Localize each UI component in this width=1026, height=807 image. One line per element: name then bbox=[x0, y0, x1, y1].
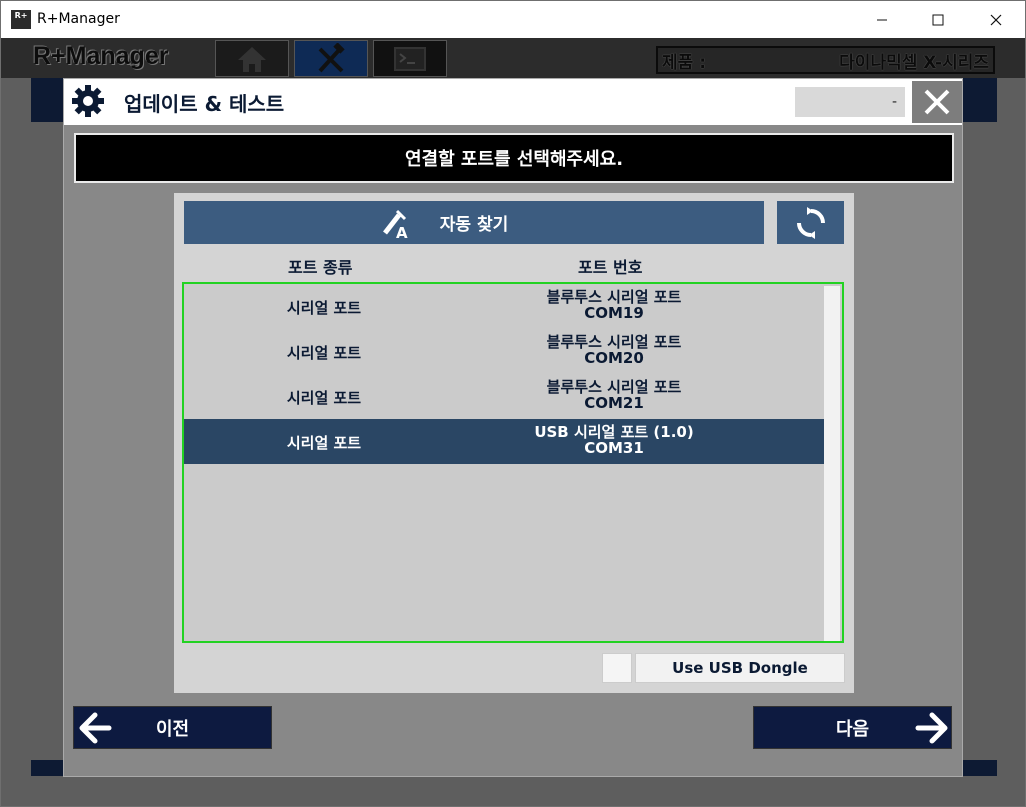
product-label: 제품 : bbox=[662, 52, 706, 73]
port-com: COM21 bbox=[584, 394, 644, 412]
list-item-selected[interactable]: 시리얼 포트 USB 시리얼 포트 (1.0) COM31 bbox=[184, 419, 824, 464]
port-name: 블루투스 시리얼 포트 bbox=[546, 378, 682, 396]
port-list[interactable]: 시리얼 포트 블루투스 시리얼 포트 COM19 시리얼 포트 블루투스 시리얼… bbox=[182, 282, 844, 643]
tab-terminal[interactable] bbox=[373, 40, 447, 77]
next-button[interactable]: 다음 bbox=[753, 706, 952, 749]
dialog-header: 업데이트 & 테스트 - bbox=[64, 79, 962, 125]
column-header-port-type: 포트 종류 bbox=[288, 258, 353, 277]
usb-dongle-button[interactable]: Use USB Dongle bbox=[635, 653, 845, 683]
arrow-right-icon bbox=[915, 712, 948, 744]
instruction-banner: 연결할 포트를 선택해주세요. bbox=[74, 133, 954, 183]
port-com: COM31 bbox=[584, 439, 644, 457]
update-test-dialog: 업데이트 & 테스트 - 연결할 포트를 선택해주세요. A 자동 찾기 포트 … bbox=[63, 78, 963, 777]
arrow-left-icon bbox=[79, 712, 112, 744]
port-name: 블루투스 시리얼 포트 bbox=[546, 288, 682, 306]
port-panel: A 자동 찾기 포트 종류 포트 번호 시리얼 포트 블루투스 시리얼 포트 C… bbox=[174, 193, 854, 693]
terminal-icon bbox=[394, 46, 426, 71]
refresh-icon bbox=[796, 206, 825, 239]
window-title: R+Manager bbox=[37, 11, 120, 27]
list-item[interactable]: 시리얼 포트 블루투스 시리얼 포트 COM20 bbox=[184, 329, 824, 374]
window-titlebar: R+ R+Manager bbox=[0, 0, 1026, 38]
port-com: COM20 bbox=[584, 349, 644, 367]
tab-tools[interactable] bbox=[294, 40, 368, 77]
maximize-icon bbox=[932, 14, 944, 26]
maximize-button[interactable] bbox=[909, 1, 967, 39]
list-item[interactable]: 시리얼 포트 블루투스 시리얼 포트 COM21 bbox=[184, 374, 824, 419]
app-header: R+Manager 제품 : 다이나믹셀 X-시리즈 bbox=[1, 38, 1025, 78]
usb-dongle-checkbox[interactable] bbox=[602, 653, 632, 683]
port-name: USB 시리얼 포트 (1.0) bbox=[534, 423, 694, 441]
tools-icon bbox=[318, 42, 345, 72]
port-number: 블루투스 시리얼 포트 COM19 bbox=[464, 289, 764, 321]
port-type: 시리얼 포트 bbox=[286, 434, 362, 452]
port-type: 시리얼 포트 bbox=[286, 389, 362, 407]
app-logo: R+Manager bbox=[33, 42, 169, 70]
product-value: 다이나믹셀 X-시리즈 bbox=[839, 52, 989, 73]
list-item[interactable]: 시리얼 포트 블루투스 시리얼 포트 COM19 bbox=[184, 284, 824, 329]
prev-button[interactable]: 이전 bbox=[73, 706, 272, 749]
window-close-button[interactable] bbox=[967, 1, 1025, 39]
port-number: USB 시리얼 포트 (1.0) COM31 bbox=[464, 424, 764, 456]
port-type: 시리얼 포트 bbox=[286, 299, 362, 317]
refresh-button[interactable] bbox=[777, 201, 844, 244]
auto-search-label: 자동 찾기 bbox=[439, 215, 509, 235]
scrollbar[interactable] bbox=[824, 286, 840, 641]
dialog-title: 업데이트 & 테스트 bbox=[124, 92, 285, 116]
prev-label: 이전 bbox=[155, 718, 190, 740]
version-field: - bbox=[795, 87, 905, 117]
tab-home[interactable] bbox=[215, 40, 289, 77]
close-icon bbox=[924, 89, 950, 115]
next-label: 다음 bbox=[835, 718, 870, 740]
app-logo-icon: R+ bbox=[11, 10, 31, 29]
minimize-icon bbox=[877, 19, 887, 21]
product-indicator: 제품 : 다이나믹셀 X-시리즈 bbox=[656, 46, 995, 74]
svg-text:A: A bbox=[396, 224, 408, 239]
dialog-close-button[interactable] bbox=[912, 81, 962, 123]
home-icon bbox=[238, 46, 266, 72]
gear-icon bbox=[72, 85, 104, 117]
port-com: COM19 bbox=[584, 304, 644, 322]
close-icon bbox=[990, 14, 1002, 26]
port-name: 블루투스 시리얼 포트 bbox=[546, 333, 682, 351]
auto-search-button[interactable]: A 자동 찾기 bbox=[184, 201, 764, 244]
auto-search-icon: A bbox=[383, 209, 408, 239]
column-header-port-number: 포트 번호 bbox=[578, 258, 643, 277]
port-number: 블루투스 시리얼 포트 COM20 bbox=[464, 334, 764, 366]
port-number: 블루투스 시리얼 포트 COM21 bbox=[464, 379, 764, 411]
port-type: 시리얼 포트 bbox=[286, 344, 362, 362]
minimize-button[interactable] bbox=[853, 1, 911, 39]
